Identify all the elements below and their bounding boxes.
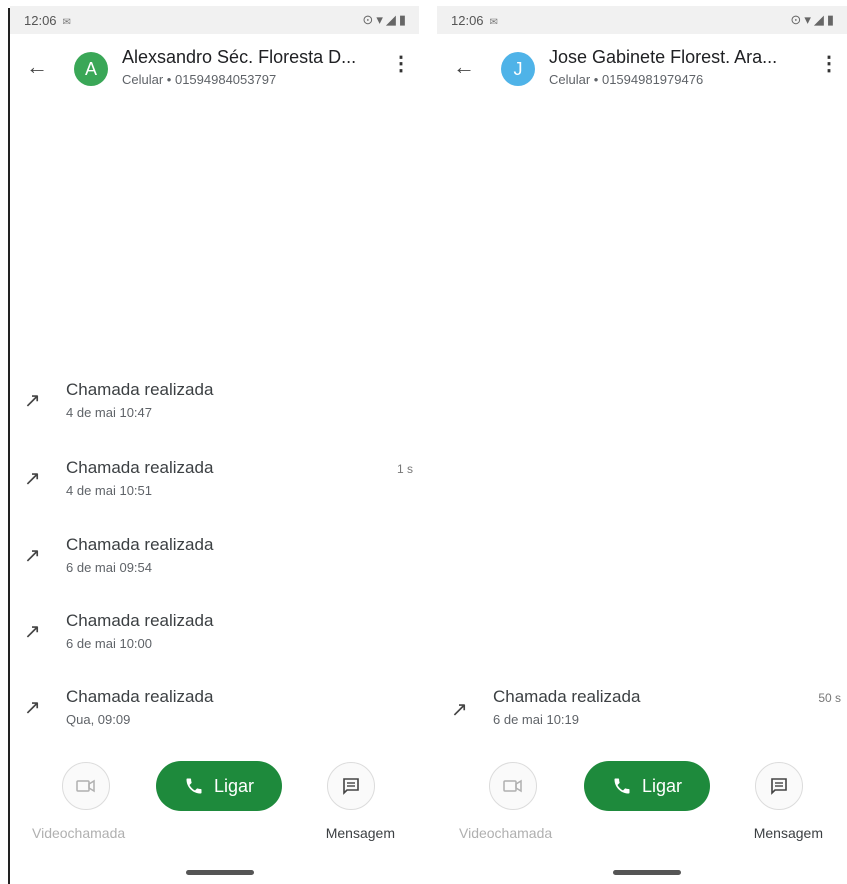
- call-date: 6 de mai 09:54: [66, 560, 153, 575]
- video-call-button[interactable]: [62, 762, 110, 810]
- system-status-icons: ⊙▾◢▮: [362, 12, 409, 27]
- outgoing-call-icon: ↗: [24, 468, 41, 490]
- call-type: Chamada realizada: [493, 687, 641, 706]
- video-camera-icon: [503, 779, 522, 793]
- call-button-label: Ligar: [641, 775, 683, 796]
- more-options-icon[interactable]: ⋮: [819, 54, 839, 74]
- call-date: 4 de mai 10:51: [66, 483, 153, 498]
- call-history-item[interactable]: ↗ Chamada realizada 6 de mai 10:00: [10, 611, 419, 667]
- home-indicator[interactable]: [613, 870, 681, 875]
- message-label: Mensagem: [325, 825, 395, 841]
- call-type: Chamada realizada: [66, 458, 214, 477]
- call-button-label: Ligar: [213, 775, 255, 796]
- outgoing-call-icon: ↗: [24, 621, 41, 643]
- message-button[interactable]: [327, 762, 375, 810]
- video-call-label: Videochamada: [32, 825, 126, 841]
- contact-name: Jose Gabinete Florest. Ara...: [549, 47, 778, 67]
- message-button[interactable]: [755, 762, 803, 810]
- call-date: 6 de mai 10:00: [66, 636, 153, 651]
- mail-icon: ✉: [489, 17, 498, 28]
- video-call-label: Videochamada: [459, 825, 553, 841]
- call-history-item[interactable]: ↗ Chamada realizada Qua, 09:09: [10, 687, 419, 743]
- mail-icon: ✉: [62, 17, 71, 28]
- message-icon: [343, 778, 359, 795]
- call-history-item[interactable]: ↗ Chamada realizada 4 de mai 10:51 1 s: [10, 458, 419, 514]
- call-history-item[interactable]: ↗ Chamada realizada 6 de mai 10:19 50 s: [437, 687, 847, 743]
- call-history-item[interactable]: ↗ Chamada realizada 6 de mai 09:54: [10, 535, 419, 591]
- status-time: 12:06 ✉: [451, 13, 498, 28]
- outgoing-call-icon: ↗: [24, 545, 41, 567]
- outgoing-call-icon: ↗: [451, 699, 468, 721]
- back-arrow-icon[interactable]: ←: [453, 56, 475, 78]
- call-type: Chamada realizada: [66, 687, 214, 706]
- call-date: 6 de mai 10:19: [493, 712, 580, 727]
- call-button[interactable]: Ligar: [584, 761, 710, 811]
- call-history-item[interactable]: ↗ Chamada realizada 4 de mai 10:47: [10, 380, 419, 436]
- call-duration: 1 s: [396, 462, 413, 476]
- outgoing-call-icon: ↗: [24, 697, 41, 719]
- avatar: J: [501, 52, 535, 86]
- message-icon: [771, 778, 787, 795]
- contact-detail-screen-right: 12:06 ✉ ⊙▾◢▮ ← J Jose Gabinete Florest. A…: [437, 0, 847, 884]
- status-bar: 12:06 ✉ ⊙▾◢▮: [10, 6, 419, 34]
- video-call-button[interactable]: [489, 762, 537, 810]
- call-type: Chamada realizada: [66, 535, 214, 554]
- home-indicator[interactable]: [186, 870, 254, 875]
- contact-name: Alexsandro Séc. Floresta D...: [122, 47, 357, 67]
- system-status-icons: ⊙▾◢▮: [790, 12, 837, 27]
- call-duration: 50 s: [818, 691, 841, 705]
- phone-icon: [614, 778, 630, 794]
- contact-number: Celular • 01594981979476: [549, 72, 704, 87]
- message-label: Mensagem: [753, 825, 823, 841]
- call-date: Qua, 09:09: [66, 712, 131, 727]
- status-time: 12:06 ✉: [24, 13, 71, 28]
- call-date: 4 de mai 10:47: [66, 405, 153, 420]
- contact-header: ← A Alexsandro Séc. Floresta D... Celula…: [10, 42, 419, 96]
- video-camera-icon: [76, 779, 95, 793]
- back-arrow-icon[interactable]: ←: [26, 56, 48, 78]
- contact-detail-screen-left: 12:06 ✉ ⊙▾◢▮ ← A Alexsandro Séc. Floresta…: [10, 0, 419, 884]
- call-type: Chamada realizada: [66, 380, 214, 399]
- outgoing-call-icon: ↗: [24, 390, 41, 412]
- avatar: A: [74, 52, 108, 86]
- status-bar: 12:06 ✉ ⊙▾◢▮: [437, 6, 847, 34]
- call-button[interactable]: Ligar: [156, 761, 282, 811]
- contact-header: ← J Jose Gabinete Florest. Ara... Celula…: [437, 42, 847, 96]
- call-type: Chamada realizada: [66, 611, 214, 630]
- more-options-icon[interactable]: ⋮: [391, 54, 411, 74]
- contact-number: Celular • 01594984053797: [122, 72, 277, 87]
- phone-icon: [186, 778, 202, 794]
